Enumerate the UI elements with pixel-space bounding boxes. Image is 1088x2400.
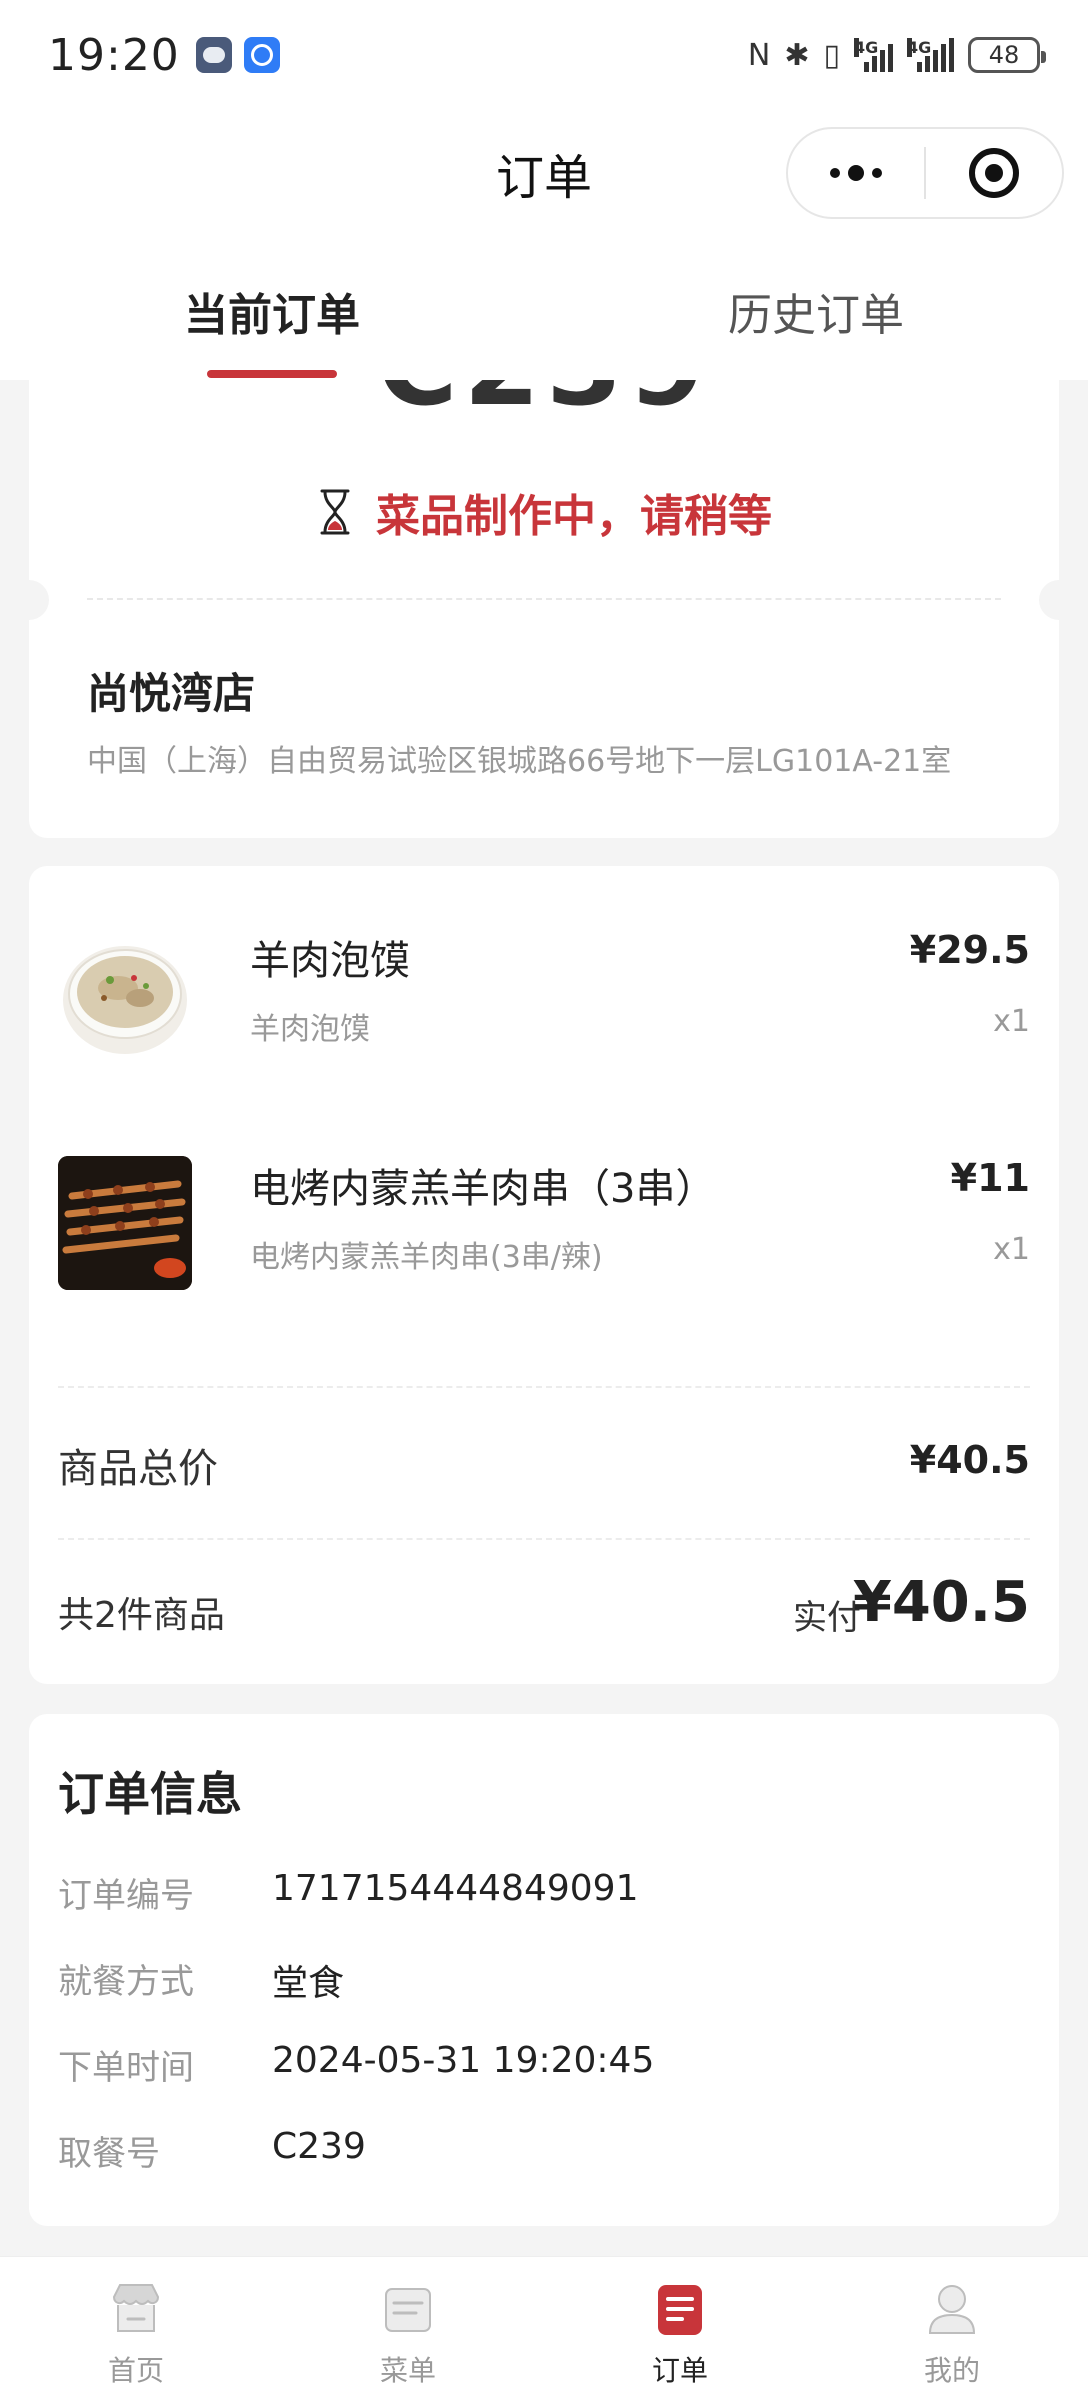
tabbar-item-profile[interactable]: 我的 [816, 2257, 1088, 2400]
message-notification-icon [195, 37, 232, 73]
item-spec: 电烤内蒙羔羊肉串(3串/辣) [250, 1240, 603, 1275]
battery-icon: 48 [968, 37, 1046, 73]
item-spec: 羊肉泡馍 [250, 1012, 370, 1047]
lamb-skewers-image [58, 1156, 192, 1290]
profile-icon [928, 2285, 976, 2334]
signal-icon-2: 4G [907, 38, 954, 72]
tabbar-item-menu[interactable]: 菜单 [272, 2257, 544, 2400]
order-info-card: 订单信息 订单编号 1717154444849091 就餐方式 堂食 下单时间 … [29, 1714, 1059, 2226]
order-status-text: 菜品制作中，请稍等 [376, 491, 772, 542]
item-price: ¥11 [950, 1156, 1030, 1200]
order-time-row: 下单时间 2024-05-31 19:20:45 [58, 2040, 1030, 2090]
info-key: 订单编号 [58, 1876, 194, 1916]
tabbar-item-home[interactable]: 首页 [0, 2257, 272, 2400]
more-icon [830, 165, 882, 181]
tab-label: 历史订单 [728, 290, 904, 341]
status-indicators: N ✱ ▯ 4G 4G 48 [747, 37, 1046, 73]
store-name: 尚悦湾店 [87, 669, 256, 718]
dining-method-row: 就餐方式 堂食 [58, 1954, 1030, 2004]
order-info-title: 订单信息 [58, 1767, 242, 1821]
pickup-code: C239 [29, 380, 1059, 430]
item-count-label: 共2件商品 [58, 1595, 225, 1636]
tab-label: 当前订单 [184, 290, 360, 341]
total-price-value: ¥40.5 [909, 1438, 1030, 1482]
order-icon [658, 2285, 702, 2335]
signal-icon-1: 4G [854, 38, 893, 72]
dining-method: 堂食 [272, 1963, 345, 2004]
status-time: 19:20 [48, 29, 180, 81]
ticket-notch-left [29, 580, 49, 620]
order-items-card: 羊肉泡馍 羊肉泡馍 ¥29.5 x1 电烤内蒙羔羊肉串（3串） 电烤内蒙羔羊肉串… [29, 866, 1059, 1684]
close-target-icon [969, 148, 1019, 198]
item-name: 电烤内蒙羔羊肉串（3串） [250, 1166, 716, 1212]
battery-level: 48 [988, 41, 1020, 69]
list-item: 羊肉泡馍 羊肉泡馍 ¥29.5 x1 [58, 928, 1030, 1068]
store-icon [112, 2284, 160, 2332]
vibrate-icon: ▯ [823, 37, 840, 73]
app-notification-icon [243, 37, 280, 73]
order-time: 2024-05-31 19:20:45 [272, 2040, 655, 2081]
info-key: 就餐方式 [58, 1962, 194, 2002]
total-price-label: 商品总价 [58, 1446, 218, 1492]
hourglass-icon [316, 488, 354, 536]
dashed-divider [58, 1538, 1030, 1540]
tab-current-orders[interactable]: 当前订单 [0, 235, 544, 380]
tabbar-label: 首页 [107, 2354, 164, 2387]
tabbar-label: 我的 [923, 2354, 980, 2387]
status-bar: 19:20 N ✱ ▯ 4G 4G 48 [0, 0, 1088, 110]
bluetooth-icon: ✱ [784, 37, 810, 73]
order-number-row: 订单编号 1717154444849091 [58, 1868, 1030, 1918]
close-button[interactable] [926, 129, 1062, 217]
more-button[interactable] [788, 129, 924, 217]
info-key: 下单时间 [58, 2048, 194, 2088]
order-tabs: 当前订单 历史订单 [0, 235, 1088, 380]
tab-history-orders[interactable]: 历史订单 [544, 235, 1088, 380]
pickup-number-row: 取餐号 C239 [58, 2126, 1030, 2176]
paid-amount: ¥40.5 [852, 1570, 1030, 1635]
order-number: 1717154444849091 [272, 1868, 639, 1909]
tabbar-label: 订单 [651, 2354, 708, 2387]
pickup-number: C239 [272, 2126, 366, 2167]
tab-active-indicator [207, 370, 337, 378]
store-address: 中国（上海）自由贸易试验区银城路66号地下一层LG101A-21室 [87, 744, 952, 779]
title-bar: 订单 [0, 110, 1088, 235]
item-price: ¥29.5 [909, 928, 1030, 972]
info-key: 取餐号 [58, 2134, 160, 2174]
list-item: 电烤内蒙羔羊肉串（3串） 电烤内蒙羔羊肉串(3串/辣) ¥11 x1 [58, 1156, 1030, 1296]
item-name: 羊肉泡馍 [250, 938, 410, 984]
item-quantity: x1 [993, 1232, 1030, 1267]
status-line: 菜品制作中，请稍等 [29, 480, 1059, 544]
paid-label: 实付 [793, 1598, 861, 1638]
dashed-divider [87, 598, 1001, 600]
mini-program-capsule [786, 127, 1064, 219]
bottom-tab-bar: 首页 菜单 订单 我的 [0, 2256, 1088, 2400]
soup-bowl-image [58, 928, 192, 1062]
menu-icon [385, 2288, 431, 2332]
item-quantity: x1 [993, 1004, 1030, 1039]
tabbar-item-orders[interactable]: 订单 [544, 2257, 816, 2400]
tabbar-label: 菜单 [379, 2354, 436, 2387]
dashed-divider [58, 1386, 1030, 1388]
nfc-icon: N [747, 37, 771, 73]
ticket-notch-right [1039, 580, 1059, 620]
order-status-card: C239 菜品制作中，请稍等 尚悦湾店 中国（上海）自由贸易试验区银城路66号地… [29, 380, 1059, 838]
